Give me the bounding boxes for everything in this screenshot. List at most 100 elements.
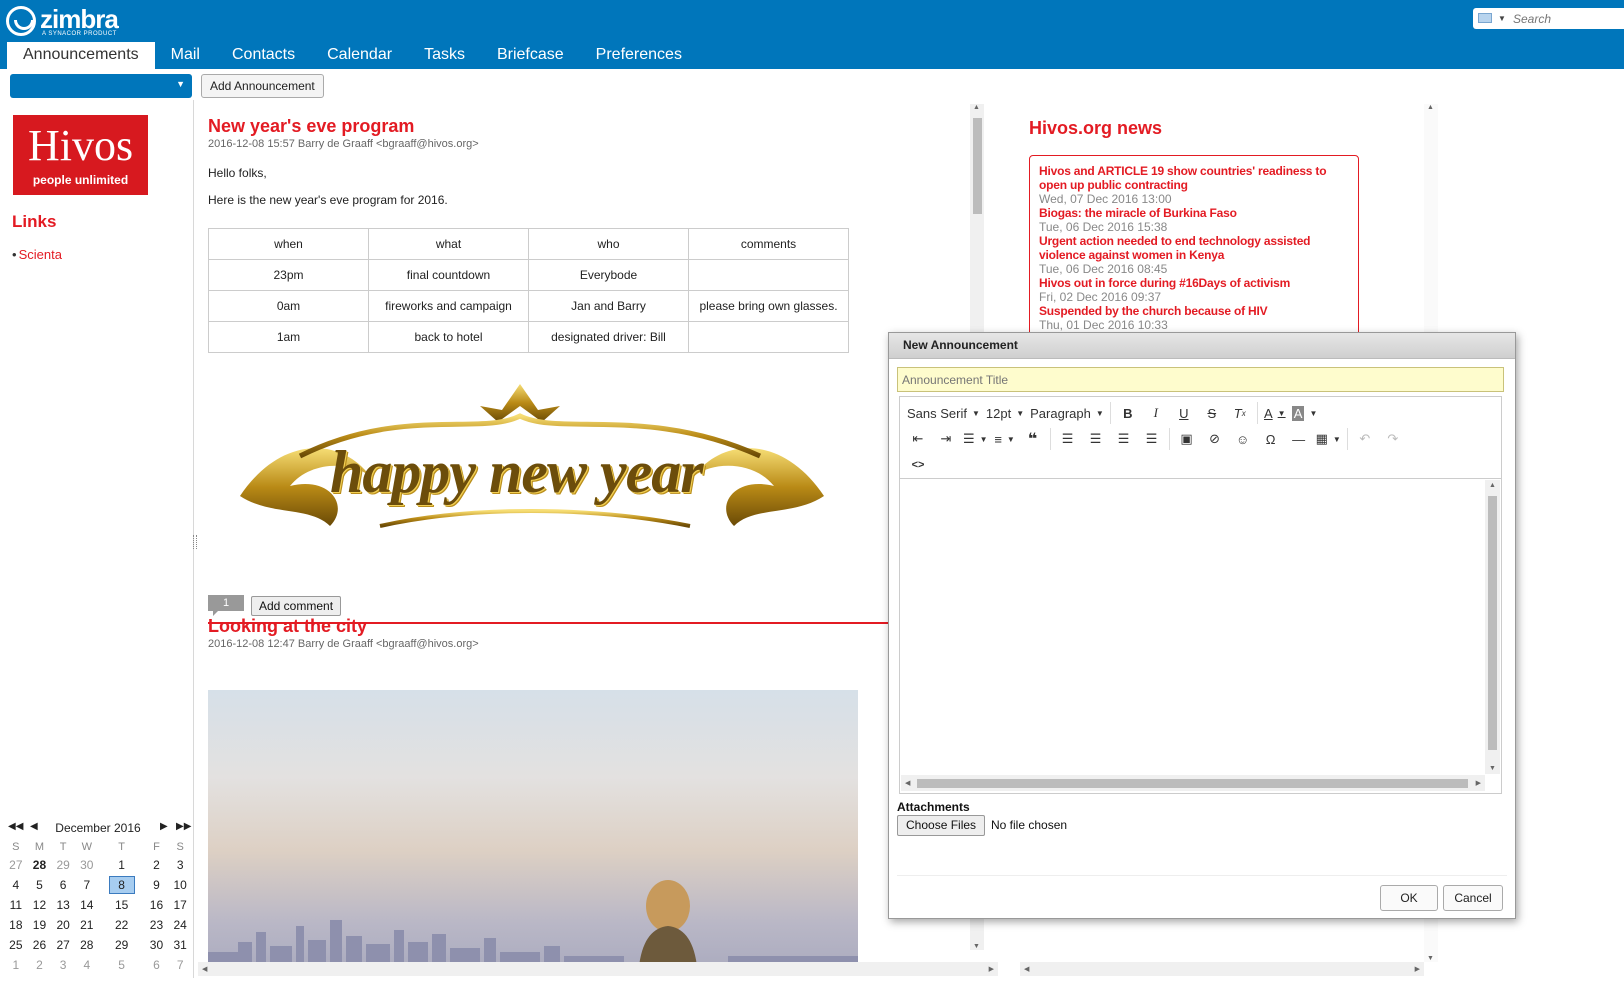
clear-format-icon[interactable]: Tx [1226,401,1254,425]
scroll-up-icon[interactable]: ▲ [1427,104,1434,111]
next-year-icon[interactable]: ▶▶ [176,821,191,832]
scroll-right-icon[interactable]: ▶ [1415,965,1420,973]
calendar-day[interactable]: 1 [4,955,28,975]
calendar-day[interactable]: 26 [28,935,52,955]
calendar-day[interactable]: 11 [4,895,28,915]
scroll-left-icon[interactable]: ◀ [905,779,910,787]
calendar-day[interactable]: 30 [75,855,99,875]
mail-icon[interactable] [1478,13,1492,23]
underline-icon[interactable]: U [1170,401,1198,425]
calendar-day[interactable]: 17 [168,895,192,915]
scroll-left-icon[interactable]: ◀ [202,965,207,973]
font-family-select[interactable]: Sans Serif ▼ [904,401,983,425]
calendar-day[interactable]: 21 [75,915,99,935]
calendar-day[interactable]: 10 [168,875,192,895]
italic-icon[interactable]: I [1142,401,1170,425]
calendar-day[interactable]: 6 [51,875,75,895]
editor-body[interactable] [901,480,1485,774]
calendar-day[interactable]: 7 [75,875,99,895]
calendar-day[interactable]: 14 [75,895,99,915]
calendar-day[interactable]: 29 [51,855,75,875]
add-comment-button[interactable]: Add comment [251,596,342,616]
resize-handle[interactable] [193,535,197,549]
folder-select[interactable]: ▼ [10,74,192,98]
post-title[interactable]: Looking at the city [208,616,367,637]
align-left-icon[interactable]: ☰ [1054,427,1082,451]
scroll-down-icon[interactable]: ▼ [1427,955,1434,962]
strikethrough-icon[interactable]: S [1198,401,1226,425]
scroll-right-icon[interactable]: ▶ [1476,779,1481,787]
align-right-icon[interactable]: ☰ [1110,427,1138,451]
scrollbar-thumb[interactable] [973,118,982,214]
calendar-day[interactable]: 24 [168,915,192,935]
scrollbar-thumb[interactable] [917,779,1468,788]
news-item-title[interactable]: Urgent action needed to end technology a… [1039,234,1349,262]
scroll-right-icon[interactable]: ▶ [989,965,994,973]
add-announcement-button[interactable]: Add Announcement [201,74,324,98]
dialog-title[interactable]: New Announcement [889,333,1515,359]
calendar-day[interactable]: 27 [51,935,75,955]
scroll-left-icon[interactable]: ◀ [1024,965,1029,973]
align-justify-icon[interactable]: ☰ [1138,427,1166,451]
tab-announcements[interactable]: Announcements [7,42,155,69]
tab-briefcase[interactable]: Briefcase [481,42,580,69]
calendar-day[interactable]: 30 [145,935,169,955]
tab-calendar[interactable]: Calendar [311,42,408,69]
news-item-title[interactable]: Hivos out in force during #16Days of act… [1039,276,1349,290]
scroll-up-icon[interactable]: ▲ [973,104,980,111]
special-char-icon[interactable]: Ω [1257,427,1285,451]
undo-icon[interactable]: ↶ [1351,427,1379,451]
calendar-day[interactable]: 28 [28,855,52,875]
calendar-day[interactable]: 9 [145,875,169,895]
news-hscrollbar[interactable]: ◀ ▶ [1020,962,1424,976]
ok-button[interactable]: OK [1380,885,1438,911]
calendar-day[interactable]: 3 [51,955,75,975]
editor-hscrollbar[interactable]: ◀ ▶ [901,775,1485,791]
calendar-day[interactable]: 7 [168,955,192,975]
image-icon[interactable]: ▣ [1173,427,1201,451]
calendar-day[interactable]: 3 [168,855,192,875]
calendar-day[interactable]: 22 [99,915,145,935]
calendar-day[interactable]: 4 [4,875,28,895]
background-color-icon[interactable]: A ▼ [1289,401,1321,425]
scroll-down-icon[interactable]: ▼ [973,943,980,950]
calendar-day[interactable]: 19 [28,915,52,935]
next-month-icon[interactable]: ▶ [160,821,168,832]
news-item-title[interactable]: Suspended by the church because of HIV [1039,304,1349,318]
link-icon[interactable]: ⊘ [1201,427,1229,451]
cancel-button[interactable]: Cancel [1443,885,1503,911]
link-scienta[interactable]: Scienta [19,247,62,262]
search-input[interactable] [1513,9,1621,28]
calendar-day[interactable]: 13 [51,895,75,915]
numbered-list-icon[interactable]: ≡ ▼ [991,427,1019,451]
text-color-icon[interactable]: A ▼ [1261,401,1289,425]
indent-icon[interactable]: ⇥ [932,427,960,451]
calendar-day[interactable]: 25 [4,935,28,955]
outdent-icon[interactable]: ⇤ [904,427,932,451]
calendar-day[interactable]: 2 [145,855,169,875]
calendar-day[interactable]: 15 [99,895,145,915]
calendar-day[interactable]: 5 [28,875,52,895]
editor-vscrollbar[interactable]: ▲ ▼ [1485,480,1500,774]
tab-tasks[interactable]: Tasks [408,42,481,69]
zimbra-logo[interactable]: zimbra A SYNACOR PRODUCT [6,4,119,37]
calendar-day[interactable]: 1 [99,855,145,875]
horizontal-rule-icon[interactable]: — [1285,427,1313,451]
emoticon-icon[interactable]: ☺ [1229,427,1257,451]
calendar-day[interactable]: 2 [28,955,52,975]
post-title[interactable]: New year's eve program [208,116,414,137]
feed-hscrollbar[interactable]: ◀ ▶ [198,962,998,976]
calendar-day[interactable]: 5 [99,955,145,975]
calendar-day[interactable]: 8 [99,875,145,895]
scroll-down-icon[interactable]: ▼ [1489,765,1496,772]
font-size-select[interactable]: 12pt ▼ [983,401,1027,425]
tab-preferences[interactable]: Preferences [580,42,698,69]
calendar-day[interactable]: 27 [4,855,28,875]
chevron-down-icon[interactable]: ▼ [1498,14,1506,23]
calendar-day[interactable]: 6 [145,955,169,975]
choose-files-button[interactable]: Choose Files [897,815,986,836]
comment-count-badge[interactable]: 1 [208,595,244,616]
news-item-title[interactable]: Hivos and ARTICLE 19 show countries' rea… [1039,164,1349,192]
calendar-day[interactable]: 18 [4,915,28,935]
news-item-title[interactable]: Biogas: the miracle of Burkina Faso [1039,206,1349,220]
